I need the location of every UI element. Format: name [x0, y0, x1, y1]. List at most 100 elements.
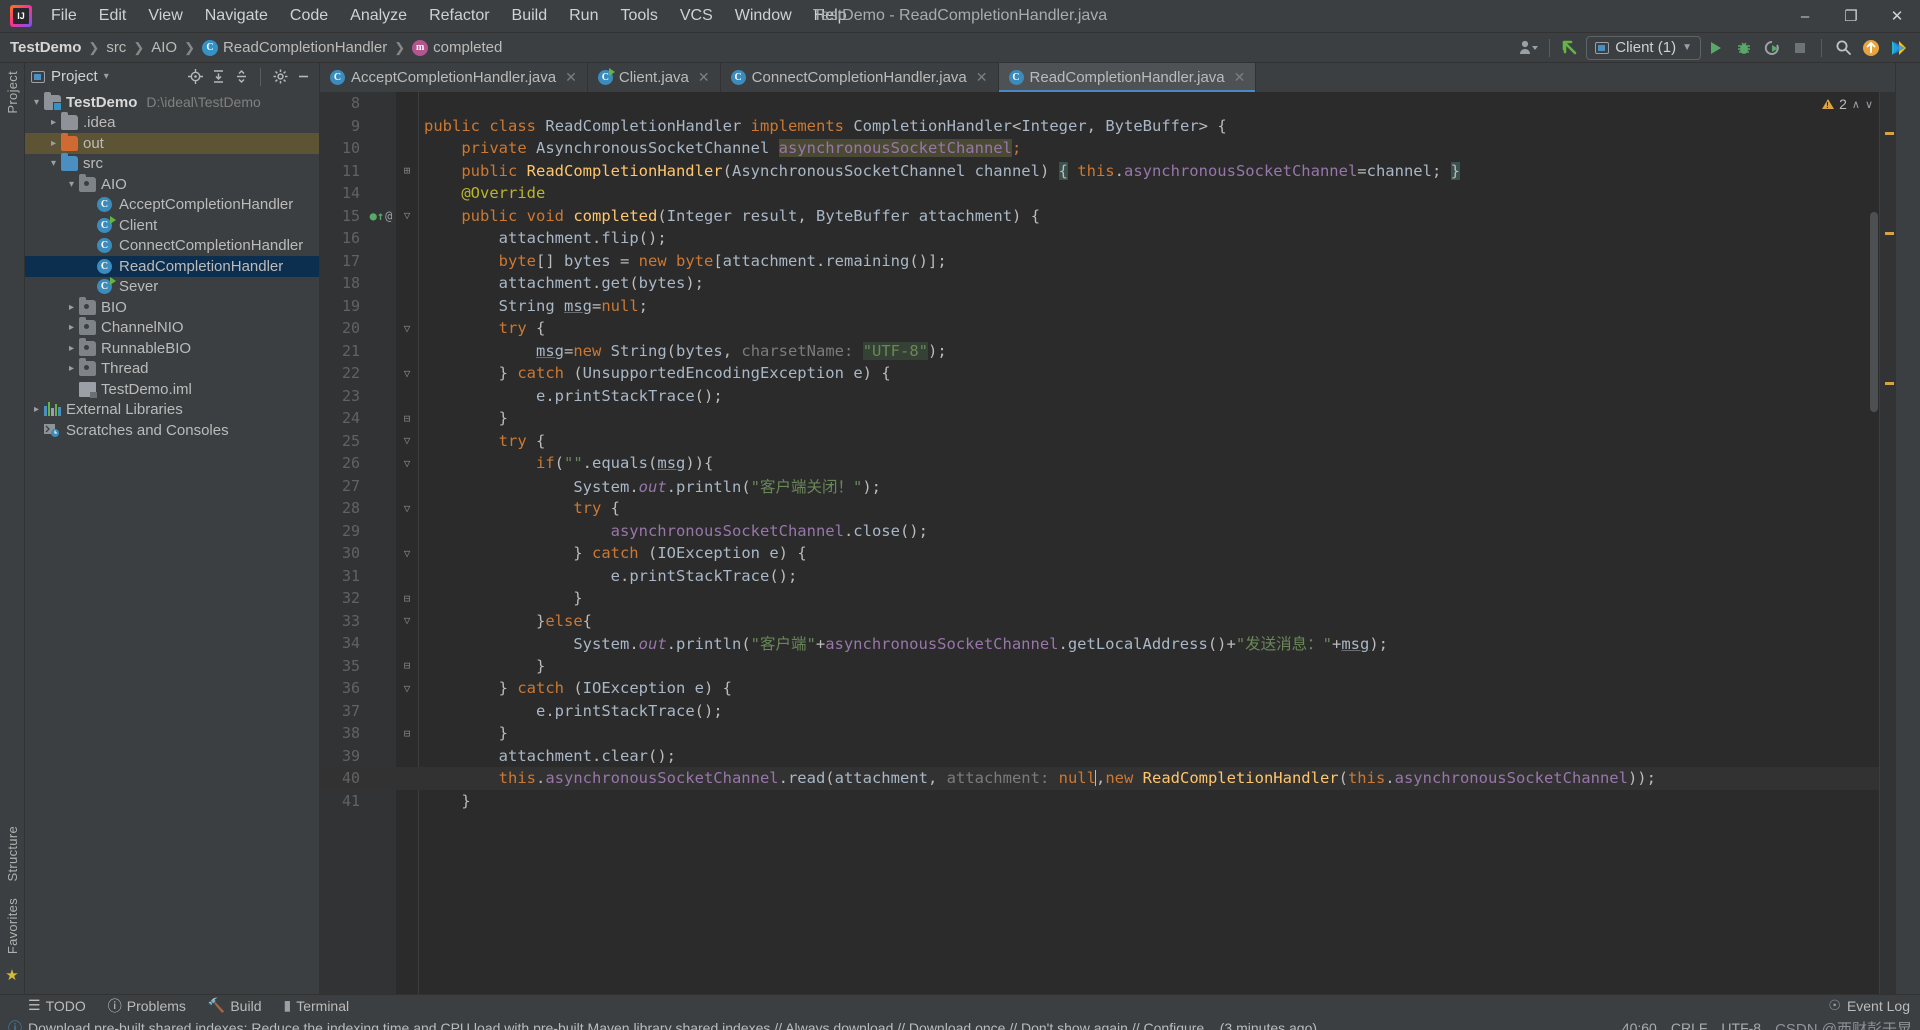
update-project-icon[interactable]: [1858, 36, 1884, 60]
chevron-down-icon[interactable]: ▾: [29, 97, 44, 108]
tree-node-connectcompletionhandler[interactable]: ▸ C ConnectCompletionHandler: [25, 236, 319, 257]
inspection-warning-mark[interactable]: [1885, 232, 1894, 235]
toolwindow-terminal[interactable]: ▮ Terminal: [283, 997, 349, 1014]
chevron-down-icon[interactable]: ▾: [104, 71, 109, 82]
line-separator[interactable]: CRLF: [1671, 1020, 1708, 1030]
close-button[interactable]: ✕: [1874, 0, 1920, 33]
file-encoding[interactable]: UTF-8: [1721, 1020, 1761, 1030]
event-log-button[interactable]: ☉ Event Log: [1828, 997, 1920, 1014]
chevron-down-icon[interactable]: ∨: [1865, 98, 1873, 111]
implements-method-icon[interactable]: ●↑: [370, 209, 384, 223]
chevron-right-icon[interactable]: ▸: [64, 322, 79, 333]
tree-node-src[interactable]: ▾ src: [25, 153, 319, 175]
update-arrow-icon[interactable]: [1558, 36, 1584, 60]
debug-button[interactable]: [1731, 36, 1757, 60]
line-gutter-marks[interactable]: ●↑ @: [366, 209, 396, 223]
tree-node-bio[interactable]: ▸ BIO: [25, 296, 319, 318]
editor-tabs[interactable]: C AcceptCompletionHandler.java ✕ C Clien…: [320, 63, 1895, 92]
chevron-right-icon[interactable]: ▸: [46, 117, 61, 128]
breadcrumb-package[interactable]: AIO: [151, 39, 177, 56]
menu-refactor[interactable]: Refactor: [418, 3, 500, 29]
close-icon[interactable]: ✕: [976, 69, 988, 86]
tree-node-aio[interactable]: ▾ AIO: [25, 173, 319, 195]
tree-node-out[interactable]: ▸ out: [25, 132, 319, 154]
menu-edit[interactable]: Edit: [88, 3, 138, 29]
menu-navigate[interactable]: Navigate: [194, 3, 279, 29]
tree-node-idea[interactable]: ▸ .idea: [25, 112, 319, 134]
fold-handle[interactable]: ▽: [396, 457, 418, 470]
settings-gear-icon[interactable]: [270, 67, 290, 87]
chevron-right-icon[interactable]: ▸: [64, 363, 79, 374]
minimize-button[interactable]: –: [1782, 0, 1828, 33]
fold-handle[interactable]: ⊟: [396, 659, 418, 672]
maximize-button[interactable]: ❐: [1828, 0, 1874, 33]
fold-handle[interactable]: ⊞: [396, 164, 418, 177]
close-icon[interactable]: ✕: [565, 69, 577, 86]
menu-view[interactable]: View: [137, 3, 193, 29]
editor-body[interactable]: 2 ∧ ∨ 8 9 public class ReadCompletionHand…: [320, 92, 1895, 994]
chevron-right-icon[interactable]: ▸: [64, 302, 79, 313]
chevron-up-icon[interactable]: ∧: [1852, 98, 1860, 111]
breadcrumb-src[interactable]: src: [106, 39, 126, 56]
caret-position[interactable]: 40:60: [1622, 1020, 1657, 1030]
project-panel-title[interactable]: Project: [51, 68, 98, 85]
rail-structure-button[interactable]: Structure: [5, 818, 20, 889]
override-icon[interactable]: @: [385, 209, 392, 223]
run-configuration-selector[interactable]: Client (1) ▼: [1586, 35, 1701, 60]
toolwindow-problems[interactable]: ⓘ Problems: [108, 996, 186, 1016]
status-message[interactable]: Download pre-built shared indexes: Reduc…: [28, 1020, 1317, 1030]
tab-readcompletionhandler[interactable]: C ReadCompletionHandler.java ✕: [998, 63, 1257, 92]
toolwindow-build[interactable]: 🔨 Build: [208, 997, 262, 1014]
fold-handle[interactable]: ⊟: [396, 592, 418, 605]
breadcrumb-method[interactable]: completed: [433, 39, 502, 56]
inspection-widget[interactable]: 2 ∧ ∨: [1822, 96, 1873, 112]
tab-acceptcompletionhandler[interactable]: C AcceptCompletionHandler.java ✕: [320, 63, 588, 92]
search-icon[interactable]: [1830, 36, 1856, 60]
editor-scrollbar[interactable]: [1870, 212, 1878, 412]
chevron-right-icon[interactable]: ▸: [64, 343, 79, 354]
fold-handle[interactable]: ▽: [396, 434, 418, 447]
inspection-warning-mark[interactable]: [1885, 132, 1894, 135]
tree-node-client[interactable]: ▸ C Client: [25, 215, 319, 236]
inspection-strip[interactable]: [1879, 92, 1895, 994]
project-tree[interactable]: ▾ TestDemo D:\ideal\TestDemo ▸ .idea ▸ o…: [25, 90, 319, 994]
code-content[interactable]: 8 9 public class ReadCompletionHandler im…: [320, 92, 1879, 994]
tree-node-runnablebio[interactable]: ▸ RunnableBIO: [25, 337, 319, 359]
tab-client[interactable]: C Client.java ✕: [588, 63, 721, 92]
run-with-coverage-button[interactable]: [1759, 36, 1785, 60]
fold-handle[interactable]: ▽: [396, 502, 418, 515]
close-icon[interactable]: ✕: [698, 69, 710, 86]
account-icon[interactable]: [1515, 36, 1541, 60]
fold-handle[interactable]: ▽: [396, 209, 418, 222]
tab-connectcompletionhandler[interactable]: C ConnectCompletionHandler.java ✕: [721, 63, 999, 92]
collapse-all-icon[interactable]: [231, 67, 251, 87]
tree-node-external-libraries[interactable]: ▸ External Libraries: [25, 400, 319, 421]
tree-node-scratches[interactable]: ▸ Scratches and Consoles: [25, 420, 319, 441]
close-icon[interactable]: ✕: [1234, 69, 1246, 86]
menu-run[interactable]: Run: [558, 3, 609, 29]
toolwindow-todo[interactable]: ☰ TODO: [28, 997, 86, 1014]
menu-code[interactable]: Code: [279, 3, 339, 29]
chevron-down-icon[interactable]: ▾: [46, 158, 61, 169]
fold-handle[interactable]: ▽: [396, 547, 418, 560]
tree-node-testdemo-iml[interactable]: ▸ TestDemo.iml: [25, 379, 319, 400]
fold-handle[interactable]: ▽: [396, 322, 418, 335]
fold-handle[interactable]: ▽: [396, 614, 418, 627]
tree-node-readcompletionhandler[interactable]: ▸ C ReadCompletionHandler: [25, 256, 319, 277]
chevron-right-icon[interactable]: ▸: [46, 138, 61, 149]
window-controls[interactable]: – ❐ ✕: [1782, 0, 1920, 32]
menu-tools[interactable]: Tools: [609, 3, 668, 29]
menu-analyze[interactable]: Analyze: [339, 3, 418, 29]
tree-node-testdemo[interactable]: ▾ TestDemo D:\ideal\TestDemo: [25, 91, 319, 113]
hide-panel-icon[interactable]: [293, 67, 313, 87]
chevron-down-icon[interactable]: ▾: [64, 179, 79, 190]
breadcrumb-class[interactable]: ReadCompletionHandler: [223, 39, 387, 56]
menu-help[interactable]: Help: [803, 3, 858, 29]
chevron-right-icon[interactable]: ▸: [29, 404, 44, 415]
tree-node-sever[interactable]: ▸ C Sever: [25, 277, 319, 298]
fold-handle[interactable]: ⊟: [396, 412, 418, 425]
fold-handle[interactable]: ⊟: [396, 727, 418, 740]
breadcrumb-project[interactable]: TestDemo: [10, 39, 81, 56]
tree-node-channelnio[interactable]: ▸ ChannelNIO: [25, 317, 319, 339]
fold-handle[interactable]: ▽: [396, 367, 418, 380]
